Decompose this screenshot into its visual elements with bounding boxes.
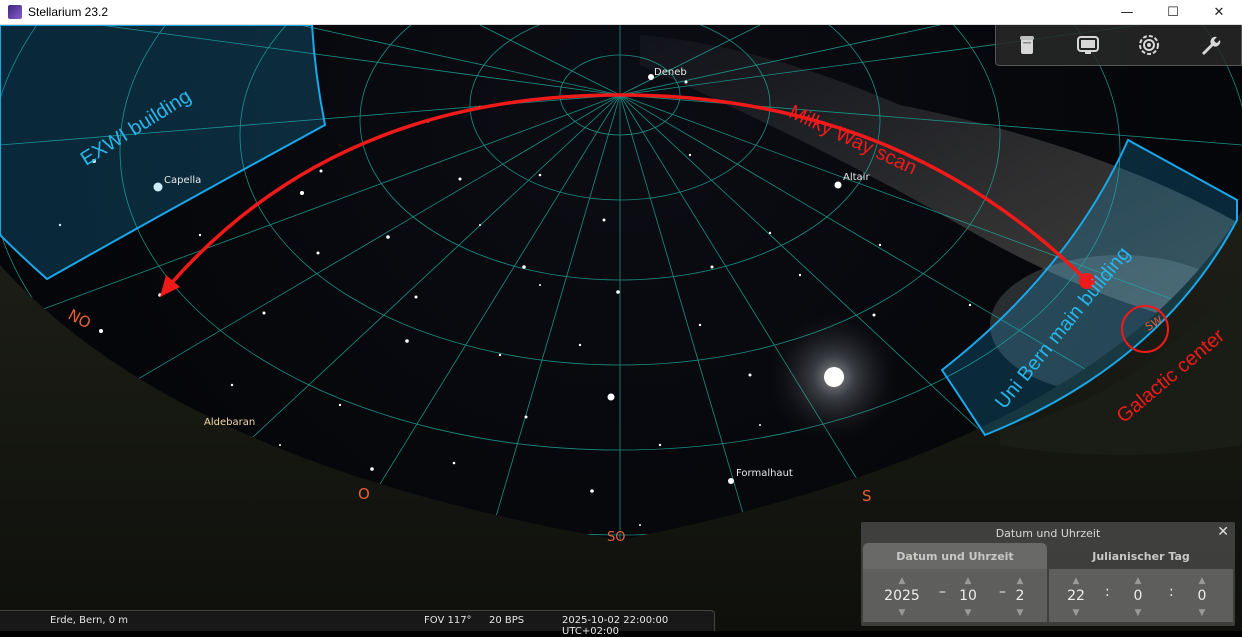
second-spinner[interactable]: ▲ 0 ▼ bbox=[1179, 569, 1225, 622]
datetime-panel-close-button[interactable]: ✕ bbox=[1217, 524, 1229, 540]
top-right-toolbar bbox=[995, 25, 1242, 66]
star-label-aldebaran[interactable]: Aldebaran bbox=[204, 417, 255, 428]
datetime-panel-title: Datum und Uhrzeit bbox=[995, 527, 1101, 540]
minute-down-arrow-icon[interactable]: ▼ bbox=[1115, 607, 1161, 619]
hour-up-arrow-icon[interactable]: ▲ bbox=[1053, 575, 1099, 587]
date-spinners: ▲ 2025 ▼ – ▲ 10 ▼ – ▲ 2 ▼ bbox=[863, 569, 1047, 622]
tab-julian-day[interactable]: Julianischer Tag bbox=[1049, 543, 1233, 569]
star-label-capella[interactable]: Capella bbox=[164, 175, 201, 186]
compass-o: O bbox=[358, 485, 370, 503]
compass-s: S bbox=[862, 487, 872, 505]
title-bar: Stellarium 23.2 — ☐ ✕ bbox=[0, 0, 1242, 25]
star-label-altair[interactable]: Altair bbox=[843, 172, 870, 183]
stellarium-app-icon bbox=[8, 5, 22, 19]
second-down-arrow-icon[interactable]: ▼ bbox=[1179, 607, 1225, 619]
screen-icon[interactable] bbox=[1075, 32, 1101, 58]
hour-down-arrow-icon[interactable]: ▼ bbox=[1053, 607, 1099, 619]
year-down-arrow-icon[interactable]: ▼ bbox=[879, 607, 925, 619]
time-spinners: ▲ 22 ▼ : ▲ 0 ▼ : ▲ 0 ▼ bbox=[1049, 569, 1233, 622]
time-separator: : bbox=[1105, 584, 1110, 600]
datetime-panel: Datum und Uhrzeit ✕ Datum und Uhrzeit Ju… bbox=[861, 522, 1235, 626]
hour-spinner[interactable]: ▲ 22 ▼ bbox=[1053, 569, 1099, 622]
minute-up-arrow-icon[interactable]: ▲ bbox=[1115, 575, 1161, 587]
year-value[interactable]: 2025 bbox=[879, 587, 925, 605]
trash-icon[interactable] bbox=[1014, 32, 1040, 58]
wrench-icon[interactable] bbox=[1197, 32, 1223, 58]
hour-value[interactable]: 22 bbox=[1053, 587, 1099, 605]
month-value[interactable]: 10 bbox=[945, 587, 991, 605]
status-datetime[interactable]: 2025-10-02 22:00:00 UTC+02:00 bbox=[562, 615, 714, 637]
compass-so: SO bbox=[607, 530, 626, 545]
moon[interactable] bbox=[824, 367, 844, 387]
day-spinner[interactable]: ▲ 2 ▼ bbox=[997, 569, 1043, 622]
status-fps: 20 BPS bbox=[489, 615, 525, 626]
close-window-button[interactable]: ✕ bbox=[1196, 0, 1242, 24]
star-label-formalhaut[interactable]: Formalhaut bbox=[736, 468, 793, 479]
year-spinner[interactable]: ▲ 2025 ▼ bbox=[879, 569, 925, 622]
window-controls: — ☐ ✕ bbox=[1104, 0, 1242, 24]
status-bar: Erde, Bern, 0 m FOV 117° 20 BPS 2025-10-… bbox=[0, 610, 715, 637]
status-fov: FOV 117° bbox=[424, 615, 472, 626]
month-spinner[interactable]: ▲ 10 ▼ bbox=[945, 569, 991, 622]
day-up-arrow-icon[interactable]: ▲ bbox=[997, 575, 1043, 587]
minute-spinner[interactable]: ▲ 0 ▼ bbox=[1115, 569, 1161, 622]
day-value[interactable]: 2 bbox=[997, 587, 1043, 605]
second-value[interactable]: 0 bbox=[1179, 587, 1225, 605]
tab-date-time[interactable]: Datum und Uhrzeit bbox=[863, 543, 1047, 569]
month-up-arrow-icon[interactable]: ▲ bbox=[945, 575, 991, 587]
target-icon[interactable] bbox=[1136, 32, 1162, 58]
time-separator: : bbox=[1169, 584, 1174, 600]
status-location[interactable]: Erde, Bern, 0 m bbox=[50, 615, 128, 626]
star-label-deneb[interactable]: Deneb bbox=[654, 67, 687, 78]
second-up-arrow-icon[interactable]: ▲ bbox=[1179, 575, 1225, 587]
minimize-button[interactable]: — bbox=[1104, 0, 1150, 24]
month-down-arrow-icon[interactable]: ▼ bbox=[945, 607, 991, 619]
window-title: Stellarium 23.2 bbox=[28, 5, 109, 19]
maximize-button[interactable]: ☐ bbox=[1150, 0, 1196, 24]
minute-value[interactable]: 0 bbox=[1115, 587, 1161, 605]
year-up-arrow-icon[interactable]: ▲ bbox=[879, 575, 925, 587]
day-down-arrow-icon[interactable]: ▼ bbox=[997, 607, 1043, 619]
